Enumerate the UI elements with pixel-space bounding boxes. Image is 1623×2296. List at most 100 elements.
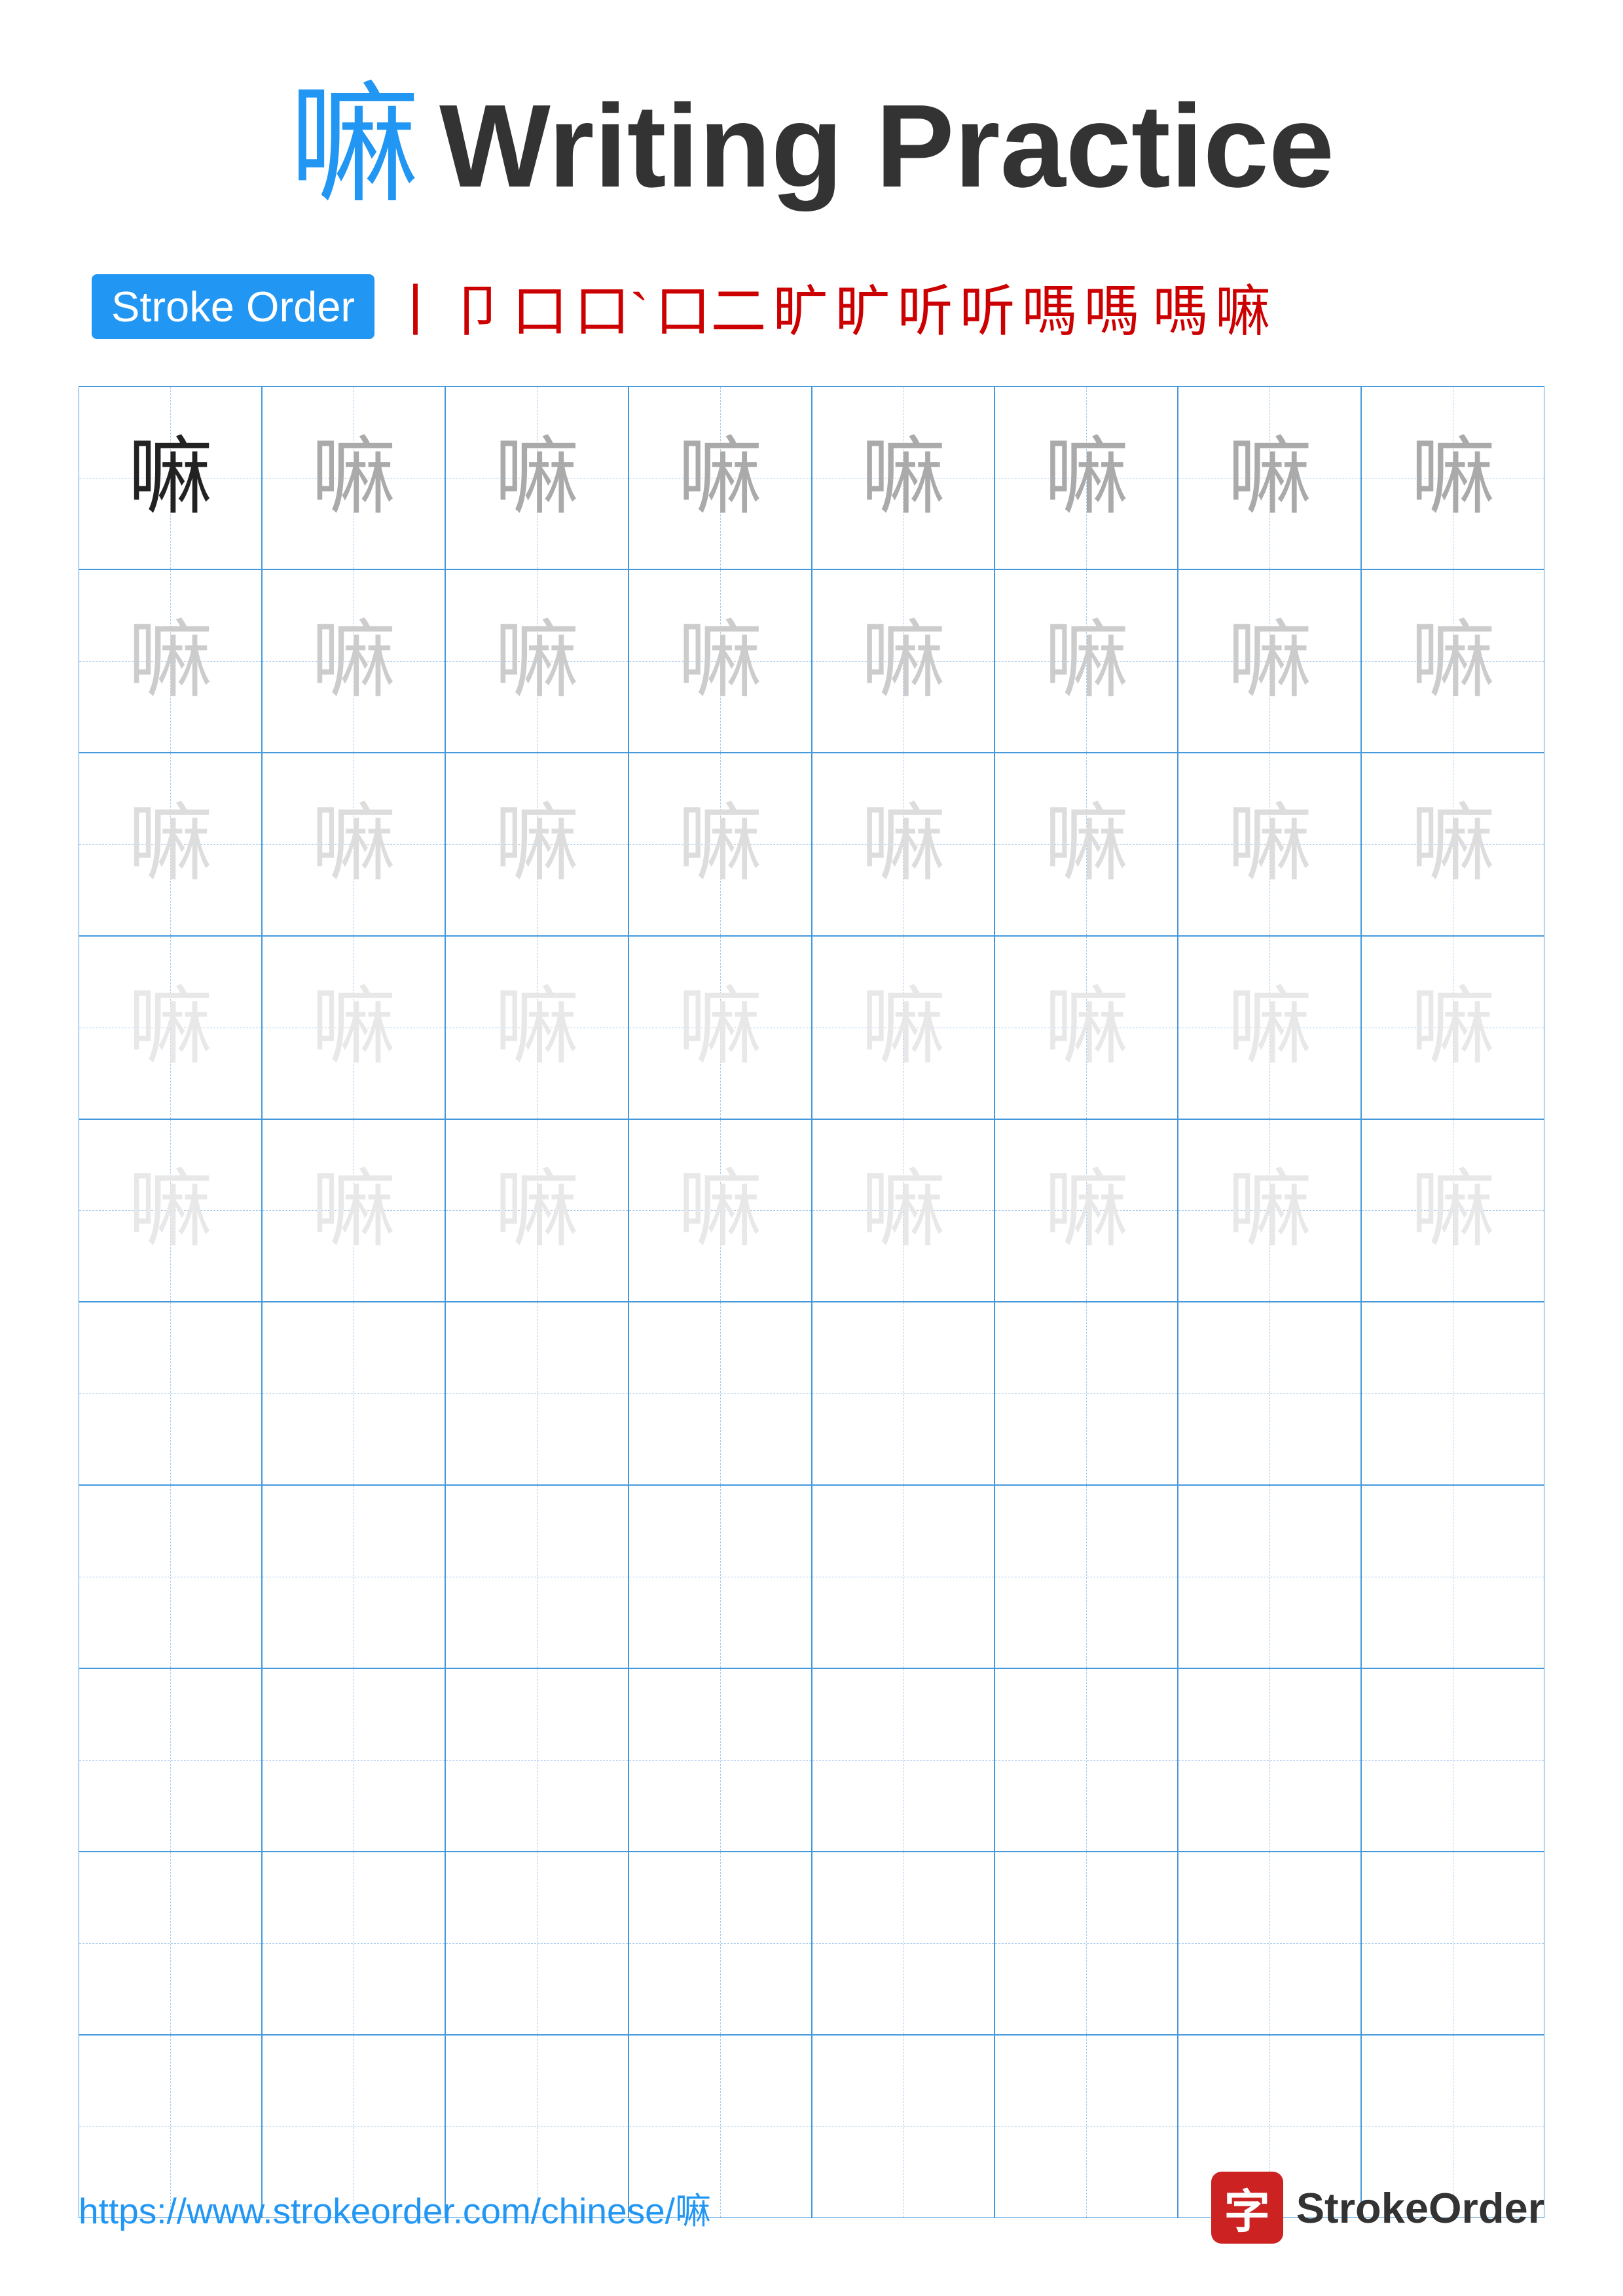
grid-cell-3-1[interactable]: 嘛 [79,753,262,936]
grid-cell-2-5[interactable]: 嘛 [812,569,995,753]
grid-cell-1-1[interactable]: 嘛 [79,386,262,569]
grid-cell-5-2[interactable]: 嘛 [262,1119,445,1302]
grid-cell-1-4[interactable]: 嘛 [629,386,812,569]
grid-cell-6-8[interactable] [1361,1302,1544,1485]
grid-cell-8-2[interactable] [262,1668,445,1852]
grid-cell-6-6[interactable] [994,1302,1178,1485]
grid-cell-9-4[interactable] [629,1852,812,2035]
practice-char: 嘛 [1410,619,1495,704]
grid-cell-1-7[interactable]: 嘛 [1178,386,1361,569]
grid-cell-2-2[interactable]: 嘛 [262,569,445,753]
practice-char: 嘛 [311,802,396,887]
practice-char: 嘛 [494,802,579,887]
grid-cell-2-7[interactable]: 嘛 [1178,569,1361,753]
grid-cell-5-4[interactable]: 嘛 [629,1119,812,1302]
practice-char: 嘛 [1044,1168,1129,1253]
grid-row-1: 嘛 嘛 嘛 嘛 嘛 嘛 嘛 嘛 [79,386,1544,569]
grid-cell-3-3[interactable]: 嘛 [445,753,629,936]
grid-cell-5-6[interactable]: 嘛 [994,1119,1178,1302]
grid-cell-3-7[interactable]: 嘛 [1178,753,1361,936]
grid-cell-6-1[interactable] [79,1302,262,1485]
grid-cell-8-8[interactable] [1361,1668,1544,1852]
practice-char: 嘛 [1410,802,1495,887]
grid-cell-9-1[interactable] [79,1852,262,2035]
grid-row-2: 嘛 嘛 嘛 嘛 嘛 嘛 嘛 嘛 [79,569,1544,753]
grid-cell-9-5[interactable] [812,1852,995,2035]
grid-cell-4-8[interactable]: 嘛 [1361,936,1544,1119]
grid-cell-6-4[interactable] [629,1302,812,1485]
grid-cell-4-7[interactable]: 嘛 [1178,936,1361,1119]
practice-grid-container: 嘛 嘛 嘛 嘛 嘛 嘛 嘛 嘛 [79,386,1544,2218]
grid-cell-5-8[interactable]: 嘛 [1361,1119,1544,1302]
grid-cell-6-5[interactable] [812,1302,995,1485]
practice-char: 嘛 [678,619,763,704]
grid-cell-1-6[interactable]: 嘛 [994,386,1178,569]
grid-cell-1-3[interactable]: 嘛 [445,386,629,569]
title-text: Writing Practice [439,79,1334,214]
grid-cell-4-1[interactable]: 嘛 [79,936,262,1119]
grid-cell-1-5[interactable]: 嘛 [812,386,995,569]
grid-cell-8-1[interactable] [79,1668,262,1852]
grid-cell-7-5[interactable] [812,1485,995,1668]
grid-cell-9-2[interactable] [262,1852,445,2035]
grid-cell-4-2[interactable]: 嘛 [262,936,445,1119]
practice-char: 嘛 [860,985,945,1070]
grid-cell-8-5[interactable] [812,1668,995,1852]
grid-cell-3-6[interactable]: 嘛 [994,753,1178,936]
grid-cell-4-6[interactable]: 嘛 [994,936,1178,1119]
grid-cell-6-3[interactable] [445,1302,629,1485]
practice-char: 嘛 [860,619,945,704]
grid-cell-4-4[interactable]: 嘛 [629,936,812,1119]
grid-cell-7-7[interactable] [1178,1485,1361,1668]
practice-char: 嘛 [860,802,945,887]
grid-cell-8-3[interactable] [445,1668,629,1852]
stroke-order-section: Stroke Order 丨 卩 口 口` 口二 旷 旷 听 听 嗎 嗎 嗎 嘛 [79,266,1544,347]
grid-cell-7-8[interactable] [1361,1485,1544,1668]
grid-cell-9-3[interactable] [445,1852,629,2035]
grid-cell-8-6[interactable] [994,1668,1178,1852]
footer-url[interactable]: https://www.strokeorder.com/chinese/嘛 [79,2181,711,2234]
grid-cell-2-4[interactable]: 嘛 [629,569,812,753]
practice-char: 嘛 [1044,985,1129,1070]
grid-cell-8-4[interactable] [629,1668,812,1852]
grid-cell-9-6[interactable] [994,1852,1178,2035]
grid-cell-2-8[interactable]: 嘛 [1361,569,1544,753]
practice-char: 嘛 [1410,435,1495,520]
grid-cell-3-4[interactable]: 嘛 [629,753,812,936]
grid-cell-7-4[interactable] [629,1485,812,1668]
grid-cell-1-8[interactable]: 嘛 [1361,386,1544,569]
grid-cell-4-3[interactable]: 嘛 [445,936,629,1119]
grid-cell-2-6[interactable]: 嘛 [994,569,1178,753]
grid-cell-6-2[interactable] [262,1302,445,1485]
grid-cell-7-3[interactable] [445,1485,629,1668]
grid-cell-3-8[interactable]: 嘛 [1361,753,1544,936]
grid-row-8 [79,1668,1544,1852]
practice-char: 嘛 [128,619,213,704]
grid-cell-7-1[interactable] [79,1485,262,1668]
practice-char: 嘛 [494,985,579,1070]
grid-cell-6-7[interactable] [1178,1302,1361,1485]
grid-cell-5-1[interactable]: 嘛 [79,1119,262,1302]
stroke-step-12: 嗎 [1153,266,1209,347]
grid-cell-5-5[interactable]: 嘛 [812,1119,995,1302]
footer: https://www.strokeorder.com/chinese/嘛 字 … [79,2172,1544,2244]
grid-cell-7-6[interactable] [994,1485,1178,1668]
grid-cell-7-2[interactable] [262,1485,445,1668]
practice-char: 嘛 [678,435,763,520]
grid-cell-3-2[interactable]: 嘛 [262,753,445,936]
practice-char: 嘛 [860,1168,945,1253]
grid-cell-2-1[interactable]: 嘛 [79,569,262,753]
grid-cell-3-5[interactable]: 嘛 [812,753,995,936]
grid-cell-5-7[interactable]: 嘛 [1178,1119,1361,1302]
practice-char: 嘛 [494,1168,579,1253]
grid-cell-9-8[interactable] [1361,1852,1544,2035]
practice-char: 嘛 [1227,1168,1312,1253]
grid-cell-8-7[interactable] [1178,1668,1361,1852]
grid-cell-2-3[interactable]: 嘛 [445,569,629,753]
practice-char: 嘛 [494,619,579,704]
grid-cell-5-3[interactable]: 嘛 [445,1119,629,1302]
practice-char: 嘛 [678,1168,763,1253]
grid-cell-4-5[interactable]: 嘛 [812,936,995,1119]
grid-cell-1-2[interactable]: 嘛 [262,386,445,569]
grid-cell-9-7[interactable] [1178,1852,1361,2035]
